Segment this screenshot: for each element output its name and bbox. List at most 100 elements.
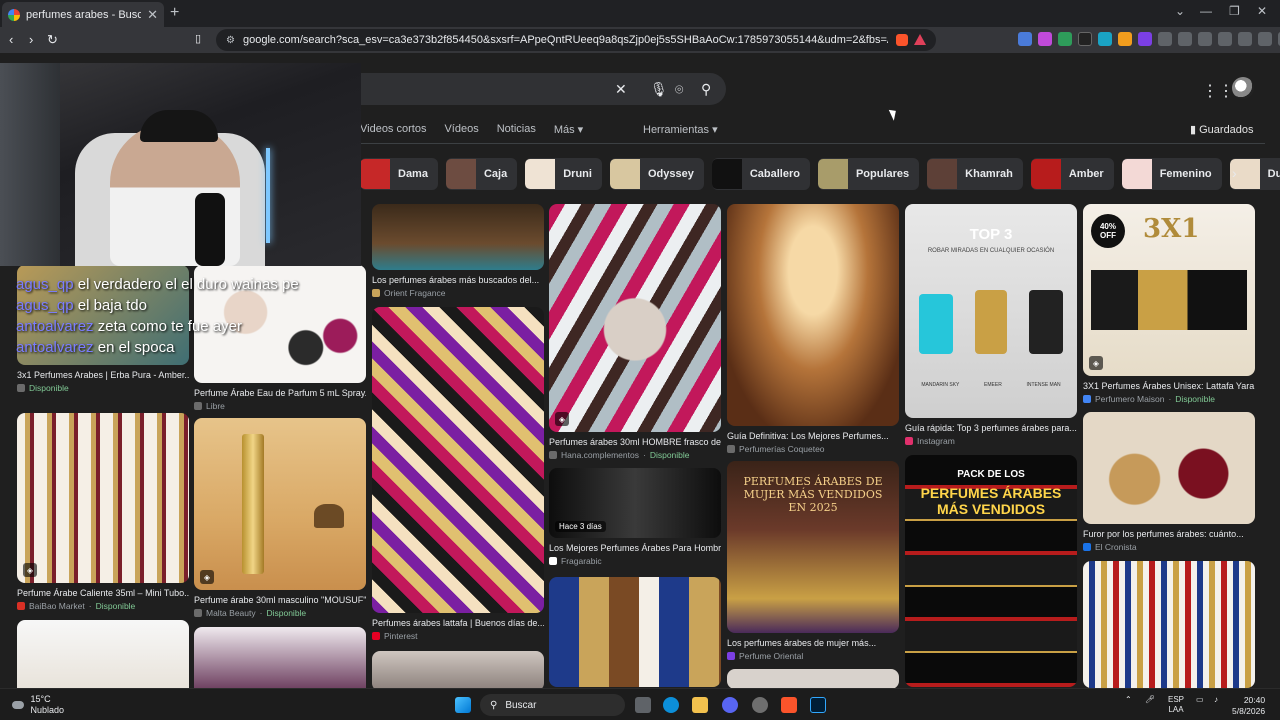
image-result[interactable]: [727, 669, 899, 688]
minimize-icon[interactable]: —: [1200, 4, 1212, 18]
filter-videos[interactable]: Vídeos: [444, 123, 478, 139]
lens-search-icon[interactable]: ⌾: [675, 81, 683, 98]
extension-icon[interactable]: [1098, 32, 1112, 46]
tray-overflow-icon[interactable]: ⌃: [1125, 695, 1132, 705]
image-result[interactable]: [1083, 561, 1255, 688]
address-bar[interactable]: ⚙ google.com/search?sca_esv=ca3e373b2f85…: [216, 29, 936, 51]
extension-icon[interactable]: [1038, 32, 1052, 46]
filter-more[interactable]: Más ▾: [554, 123, 583, 139]
volume-icon[interactable]: ♪: [1214, 695, 1218, 705]
back-icon[interactable]: ‹: [9, 32, 13, 47]
discord-icon[interactable]: [722, 697, 738, 713]
image-result[interactable]: ◈ Perfume árabe 30ml masculino "MOUSUF".…: [194, 418, 366, 618]
chevron-right-icon[interactable]: ›: [1232, 165, 1237, 181]
streamer-webcam: [0, 63, 361, 266]
system-clock[interactable]: 20:40 5/8/2026: [1232, 695, 1265, 717]
image-result[interactable]: [372, 651, 544, 688]
sidebar-icon[interactable]: [1218, 32, 1232, 46]
account-avatar[interactable]: [1232, 77, 1254, 99]
chip[interactable]: Druni: [525, 158, 602, 190]
image-result[interactable]: TOP 3 ROBAR MIRADAS EN CUALQUIER OCASIÓN…: [905, 204, 1077, 446]
extension-icon[interactable]: [1138, 32, 1152, 46]
result-source-name: Perfume Oriental: [739, 651, 804, 661]
chip[interactable]: Caja: [445, 158, 518, 190]
extension-icon[interactable]: [1018, 32, 1032, 46]
maximize-icon[interactable]: ❐: [1229, 4, 1240, 18]
chip[interactable]: Dulce: [1229, 158, 1280, 190]
image-result[interactable]: PERFUMES ÁRABES DE MUJER MÁS VENDIDOS EN…: [727, 461, 899, 661]
image-result[interactable]: PACK DE LOS PERFUMES ÁRABES MÁS VENDIDOS: [905, 455, 1077, 687]
music-icon[interactable]: [1178, 32, 1192, 46]
tab-strip: perfumes arabes - Buscar con Google ✕ + …: [0, 0, 1280, 27]
result-source-name: Perfumero Maison: [1095, 394, 1165, 404]
result-image: Hace 3 días: [549, 468, 721, 538]
new-tab-icon[interactable]: +: [170, 4, 179, 22]
image-result[interactable]: ◈ Perfumes árabes 30ml HOMBRE frasco de.…: [549, 204, 721, 460]
site-info-icon[interactable]: ⚙: [226, 35, 235, 46]
brave-icon[interactable]: [781, 697, 797, 713]
taskbar-search[interactable]: ⚲ Buscar: [480, 694, 625, 716]
leo-ai-icon[interactable]: [1258, 32, 1272, 46]
brave-shield-icon[interactable]: [896, 34, 908, 46]
weather-widget[interactable]: 15°C Nublado: [12, 694, 64, 716]
image-result[interactable]: Guía Definitiva: Los Mejores Perfumes...…: [727, 204, 899, 454]
chip[interactable]: Caballero: [711, 158, 810, 190]
search-icon[interactable]: ⚲: [701, 81, 711, 98]
wallet-icon[interactable]: [1238, 32, 1252, 46]
close-window-icon[interactable]: ✕: [1257, 4, 1267, 18]
reload-icon[interactable]: ↻: [47, 32, 58, 48]
image-result[interactable]: [549, 577, 721, 687]
tools-button[interactable]: Herramientas ▾: [643, 123, 718, 136]
door-frame: [0, 63, 60, 266]
search-input[interactable]: ✕ 🎙 ⌾ ⚲: [360, 73, 726, 105]
image-result[interactable]: Hace 3 días Los Mejores Perfumes Árabes …: [549, 468, 721, 566]
microphone-icon[interactable]: 🎤︎: [1145, 695, 1155, 705]
chat-username: antoalvarez: [16, 318, 94, 335]
site-favicon-icon: [194, 609, 202, 617]
forward-icon[interactable]: ›: [29, 32, 33, 47]
bookmark-icon[interactable]: ▯: [195, 32, 201, 45]
chip[interactable]: Odyssey: [609, 158, 704, 190]
result-source-name: Fragarabic: [561, 556, 602, 566]
image-result[interactable]: Furor por los perfumes árabes: cuánto...…: [1083, 412, 1255, 552]
edge-icon[interactable]: [663, 697, 679, 713]
image-result[interactable]: Los perfumes árabes más buscados del... …: [372, 204, 544, 298]
chip[interactable]: Khamrah: [927, 158, 1023, 190]
image-result[interactable]: Perfumes árabes lattafa | Buenos días de…: [372, 307, 544, 641]
tab-title: perfumes arabes - Buscar con Google: [26, 8, 142, 21]
puzzle-icon[interactable]: [1158, 32, 1172, 46]
extension-icon[interactable]: [1058, 32, 1072, 46]
shopping-badge-icon: ◈: [23, 563, 37, 577]
file-explorer-icon[interactable]: [692, 697, 708, 713]
display-icon[interactable]: ▭: [1196, 695, 1204, 705]
chip[interactable]: Amber: [1030, 158, 1114, 190]
close-tab-icon[interactable]: ✕: [147, 7, 158, 23]
image-result[interactable]: 40% OFF 3X1 ◈ 3X1 Perfumes Árabes Unisex…: [1083, 204, 1255, 404]
clear-search-icon[interactable]: ✕: [615, 81, 627, 98]
chip[interactable]: Populares: [817, 158, 920, 190]
filter-short-videos[interactable]: Videos cortos: [360, 123, 426, 139]
saved-label: Guardados: [1199, 124, 1254, 136]
tab-search-icon[interactable]: ⌄: [1175, 4, 1185, 18]
windows-start-icon[interactable]: [455, 697, 471, 713]
task-view-icon[interactable]: [635, 697, 651, 713]
saved-button[interactable]: ▮ Guardados: [1190, 123, 1254, 136]
reading-list-icon[interactable]: [1198, 32, 1212, 46]
image-result[interactable]: [194, 627, 366, 688]
language-indicator[interactable]: ESP LAA: [1168, 695, 1184, 715]
chip[interactable]: Femenino: [1121, 158, 1222, 190]
chip-thumbnail: [1121, 159, 1152, 189]
brave-rewards-icon[interactable]: [914, 34, 926, 45]
voice-search-icon[interactable]: 🎙: [650, 81, 668, 98]
photoshop-icon[interactable]: [810, 697, 826, 713]
browser-tab[interactable]: perfumes arabes - Buscar con Google ✕: [2, 2, 164, 27]
filter-news[interactable]: Noticias: [497, 123, 536, 139]
image-result[interactable]: [17, 620, 189, 688]
image-result[interactable]: ◈ Perfume Árabe Caliente 35ml – Mini Tub…: [17, 413, 189, 611]
extension-icon[interactable]: [1078, 32, 1092, 46]
extension-icon[interactable]: [1118, 32, 1132, 46]
google-apps-icon[interactable]: ⋮⋮: [1202, 81, 1234, 101]
app-icon[interactable]: [752, 697, 768, 713]
result-source-name: BaiBao Market: [29, 601, 85, 611]
chip[interactable]: Dama: [360, 158, 438, 190]
